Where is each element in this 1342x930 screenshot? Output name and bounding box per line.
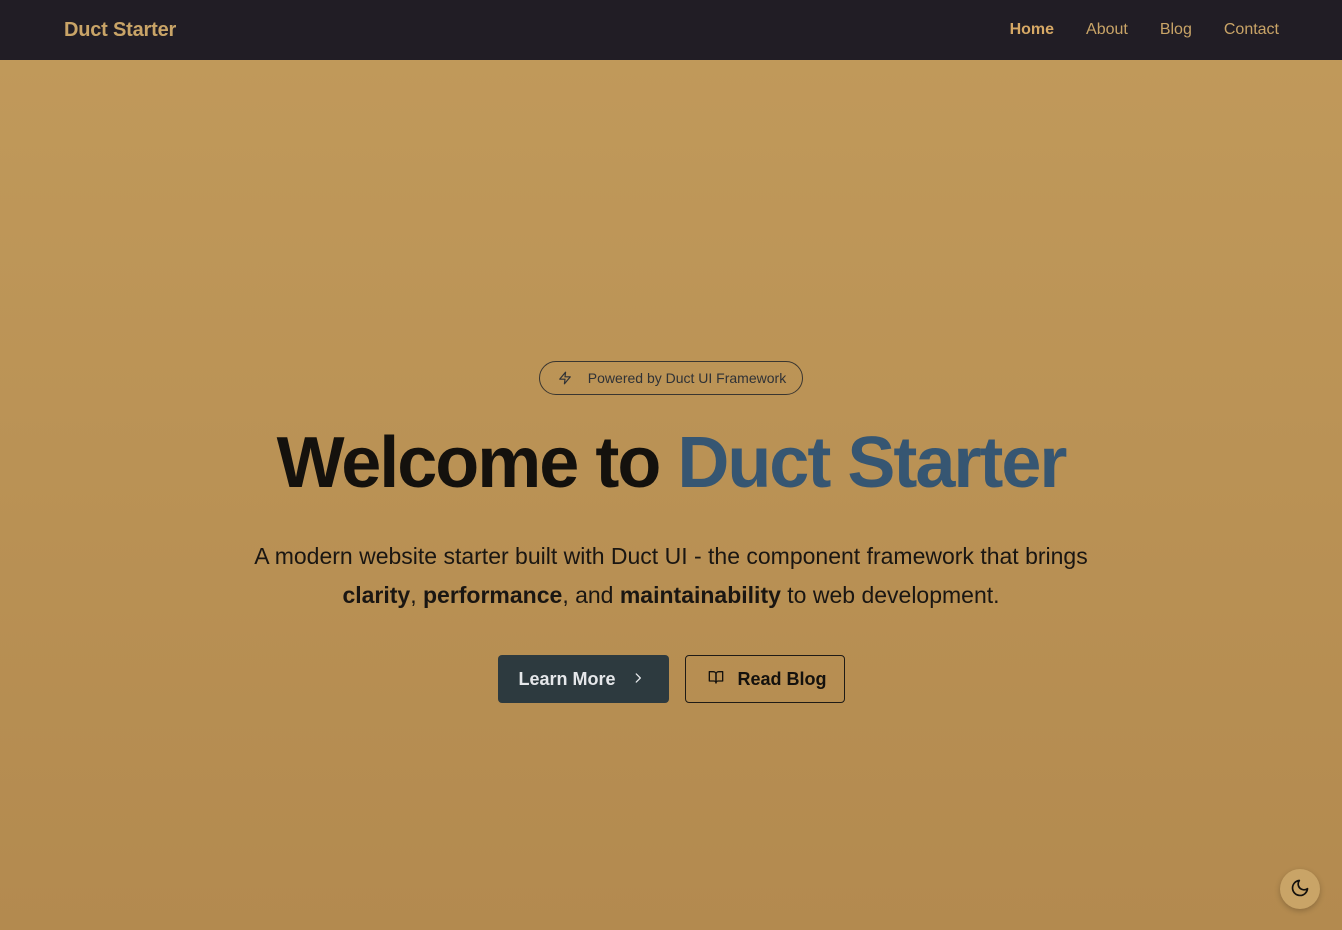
nav-link-contact[interactable]: Contact <box>1224 21 1279 39</box>
brand-logo[interactable]: Duct Starter <box>64 19 176 42</box>
theme-toggle-button[interactable] <box>1280 869 1320 909</box>
hero-section: Powered by Duct UI Framework Welcome to … <box>0 60 1342 930</box>
nav-link-home[interactable]: Home <box>1010 21 1054 39</box>
nav-link-blog[interactable]: Blog <box>1160 21 1192 39</box>
learn-more-button[interactable]: Learn More <box>497 655 669 703</box>
bold-maintainability: maintainability <box>619 582 781 608</box>
bold-performance: performance <box>422 582 563 608</box>
hero-title-prefix: Welcome to <box>276 423 678 503</box>
chevron-right-icon <box>631 669 645 690</box>
moon-icon <box>1290 878 1310 901</box>
hero-title: Welcome to Duct Starter <box>277 427 1068 499</box>
nav-link-about[interactable]: About <box>1086 21 1128 39</box>
bold-clarity: clarity <box>342 582 411 608</box>
zap-icon <box>558 371 572 385</box>
badge-text: Powered by Duct UI Framework <box>587 370 787 386</box>
hero-description-start: A modern website starter built with Duct… <box>254 543 1088 569</box>
hero-description: A modern website starter built with Duct… <box>231 537 1111 615</box>
hero-description-sep-2: , and <box>562 582 620 608</box>
nav-links: Home About Blog Contact <box>1010 21 1279 39</box>
hero-actions: Learn More Read Blog <box>497 655 845 703</box>
read-blog-button[interactable]: Read Blog <box>684 655 845 703</box>
book-open-icon <box>708 669 724 690</box>
hero-description-end: to web development. <box>780 582 1000 608</box>
read-blog-label: Read Blog <box>737 668 827 689</box>
navbar: Duct Starter Home About Blog Contact <box>0 0 1342 60</box>
framework-badge: Powered by Duct UI Framework <box>538 361 804 395</box>
hero-description-sep-1: , <box>410 582 423 608</box>
hero-title-accent: Duct Starter <box>677 423 1067 503</box>
learn-more-label: Learn More <box>518 668 616 689</box>
